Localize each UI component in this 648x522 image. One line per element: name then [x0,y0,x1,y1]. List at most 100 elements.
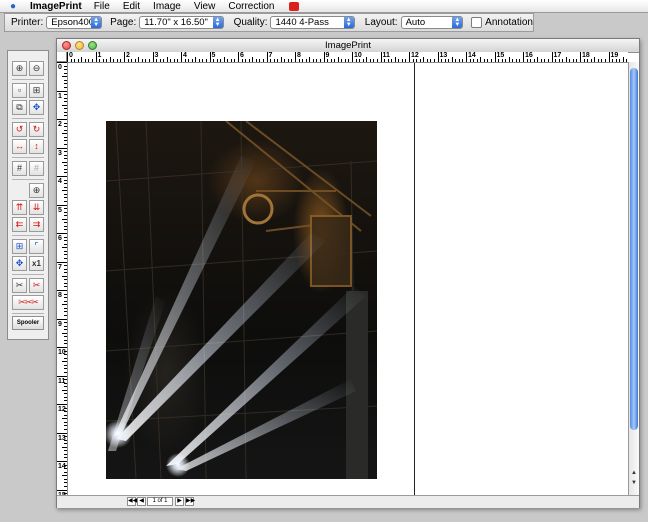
grid-off-icon[interactable]: # [29,161,44,176]
scale-icon[interactable]: x1 [29,256,44,271]
layout-popup[interactable]: Auto ▲ ▼ [400,16,464,29]
print-canvas[interactable] [68,63,628,495]
zoom-out-icon[interactable]: ⊖ [29,61,44,76]
crop-icon[interactable]: ⌜ [29,239,44,254]
menu-edit[interactable]: Edit [123,1,140,12]
ruler-tick [330,59,332,62]
move-icon[interactable]: ✥ [12,256,27,271]
ruler-tick [64,172,67,174]
annotation-checkbox[interactable] [471,17,483,28]
scroll-up-arrow-icon[interactable]: ▲ [630,469,638,477]
ruler-tick [64,186,67,188]
quality-popup[interactable]: 1440 4-Pass ▲ ▼ [270,16,355,29]
ruler-tick [433,59,435,62]
ruler-tick [458,59,460,62]
ruler-tick [323,52,325,62]
single-view-icon[interactable]: ▫ [12,83,27,98]
ruler-tick [62,418,67,420]
cut-red-icon[interactable]: ✂ [29,278,44,293]
ruler-tick [145,59,147,62]
ruler-tick [64,151,67,153]
ruler-tick [64,364,67,366]
ruler-tick [57,62,67,63]
ruler-tick [540,59,542,62]
page-edge-line [414,63,415,495]
align-top-icon[interactable]: ⇈ [12,200,27,215]
scroll-thumb[interactable] [630,68,638,430]
ruler-tick [62,76,67,78]
palette-divider [12,157,44,158]
ruler-tick [64,208,67,210]
ruler-tick [57,233,67,234]
ruler-tick [266,52,268,62]
fit-image-icon[interactable]: ⊞ [12,239,27,254]
ruler-tick [64,115,67,117]
previous-page-icon[interactable]: ◀ [137,497,146,506]
page-size-value: 11.70" x 16.50" [144,17,208,28]
ruler-tick [298,59,300,62]
first-page-icon[interactable]: ◀◀ [127,497,137,506]
vertical-scrollbar[interactable]: ▲ ▼ [628,62,639,495]
ruler-tick [594,57,596,62]
ruler-tick [604,59,606,62]
cut-icon[interactable]: ✂ [12,278,27,293]
layout-label: Layout: [364,17,398,28]
cut-all-icon[interactable]: ✂✂✂ [12,295,44,310]
center-icon[interactable]: ✥ [29,100,44,115]
ruler-tick [327,59,329,62]
ruler-tick [565,57,567,62]
ruler-number: 11 [382,52,390,59]
ruler-number: 19 [610,52,619,59]
tool-palette: ⊕ ⊖ ▫ ⊞ ⧉ ✥ ↺ ↻ ↔ ↕ # # ⊕ ⇈ ⇊ ⇇ ⇉ ⊞ ⌜ ✥ … [7,50,49,340]
align-left-icon[interactable]: ⇇ [12,217,27,232]
rotate-right-icon[interactable]: ↻ [29,122,44,137]
multi-view-icon[interactable]: ⊞ [29,83,44,98]
grid-icon[interactable]: # [12,161,27,176]
photo-image[interactable] [106,121,377,479]
ruler-tick [64,122,67,124]
align-right-icon[interactable]: ⇉ [29,217,44,232]
apple-menu-icon[interactable]: ● [6,1,20,12]
ruler-tick [64,450,67,452]
flip-vertical-icon[interactable]: ↕ [29,139,44,154]
ruler-number: 1 [58,92,62,100]
align-bottom-icon[interactable]: ⇊ [29,200,44,215]
menu-correction[interactable]: Correction [228,1,274,12]
ruler-tick [348,59,350,62]
crosshair-icon[interactable]: ⊕ [29,183,44,198]
ruler-tick [309,57,311,62]
menu-file[interactable]: File [94,1,110,12]
rotate-left-icon[interactable]: ↺ [12,122,27,137]
ruler-tick [84,59,86,62]
page-size-popup[interactable]: 11.70" x 16.50" ▲ ▼ [139,16,224,29]
flip-horizontal-icon[interactable]: ↔ [12,139,27,154]
menu-view[interactable]: View [194,1,216,12]
ruler-tick [64,165,67,167]
spooler-button[interactable]: Spooler [12,316,44,330]
last-page-icon[interactable]: ▶▶ [185,497,195,506]
spotlight-shape [166,453,190,477]
ruler-tick [487,59,489,62]
menu-image[interactable]: Image [153,1,181,12]
status-menu-icon[interactable] [289,1,300,11]
ruler-tick [62,275,67,277]
scroll-down-arrow-icon[interactable]: ▼ [630,479,638,487]
ruler-tick [519,59,521,62]
imageprint-window: ImagePrint 0 1 2 3 4 5 6 7 8 9 10 11 12 13 14 15 16 17 18 1… [56,38,640,508]
ruler-tick [480,57,482,62]
next-page-icon[interactable]: ▶ [175,497,184,506]
zoom-in-icon[interactable]: ⊕ [12,61,27,76]
ruler-tick [184,59,186,62]
menu-app-name[interactable]: ImagePrint [30,1,82,12]
ruler-tick [57,375,67,377]
ruler-tick [64,94,67,96]
ruler-number: 10 [58,349,66,356]
layout-value: Auto [405,17,426,28]
fit-page-icon[interactable]: ⧉ [12,100,27,115]
printer-popup[interactable]: Epson4000 ▲ ▼ [46,16,103,29]
ruler-tick [355,59,357,62]
title-bar[interactable]: ImagePrint [57,39,639,53]
ruler-tick [291,59,293,62]
ruler-tick [173,59,175,62]
ruler-number: 9 [325,52,330,59]
